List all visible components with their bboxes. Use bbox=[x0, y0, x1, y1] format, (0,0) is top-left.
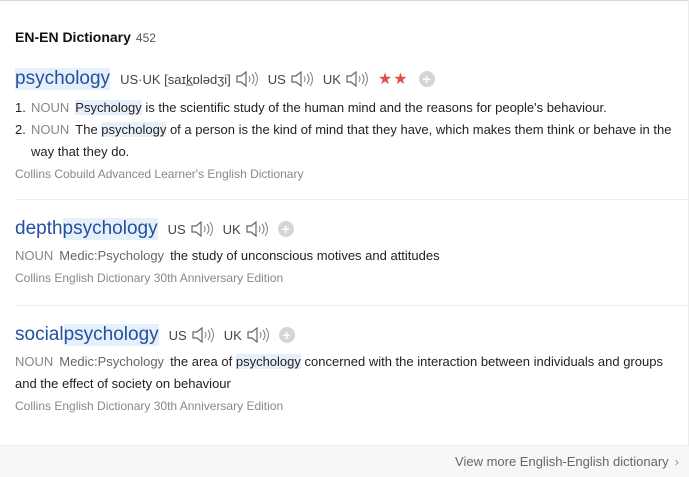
pronunciation-us: US bbox=[268, 71, 313, 87]
add-icon[interactable]: + bbox=[278, 327, 295, 343]
entry-head: social psychology US UK + bbox=[15, 323, 681, 347]
headword-prefix[interactable]: depth bbox=[15, 218, 63, 240]
entry-divider bbox=[15, 305, 689, 306]
speaker-icon[interactable] bbox=[191, 327, 214, 343]
entry-psychology: psychology US·UK [saɪk̲ɒlədʒi] US UK ★★ … bbox=[15, 67, 681, 181]
speaker-icon[interactable] bbox=[245, 221, 268, 237]
definition-text: the study of unconscious motives and att… bbox=[170, 248, 440, 263]
definition-item: NOUN Medic:Psychology the study of unconsc… bbox=[15, 245, 681, 267]
headword-prefix[interactable]: social bbox=[15, 324, 64, 346]
headword[interactable]: psychology bbox=[62, 218, 158, 240]
pronunciation-uk: UK bbox=[223, 221, 268, 237]
entry-divider bbox=[15, 199, 689, 200]
us-label: US bbox=[267, 71, 286, 87]
definition-item: 1. NOUN Psychology is the scientific stud… bbox=[15, 97, 681, 119]
chevron-right-icon: › bbox=[674, 454, 679, 469]
pronunciation-us: US bbox=[168, 221, 213, 237]
definition-item: 2. NOUN The psychology of a person is the… bbox=[15, 119, 681, 163]
subject-tag: Medic:Psychology bbox=[59, 354, 165, 369]
result-count: 452 bbox=[135, 31, 156, 45]
view-more-link[interactable]: View more English-English dictionary › bbox=[455, 454, 679, 469]
definition-text: is the scientific study of the human min… bbox=[141, 100, 607, 115]
top-divider bbox=[0, 0, 689, 1]
pronunciation-us: US bbox=[169, 327, 214, 343]
speaker-icon[interactable] bbox=[246, 327, 269, 343]
uk-label: UK bbox=[322, 71, 341, 87]
pronunciation-combined: US·UK [saɪk̲ɒlədʒi] bbox=[120, 71, 258, 87]
speaker-icon[interactable] bbox=[345, 71, 368, 87]
definition-text: the area of bbox=[170, 354, 236, 369]
entry-social-psychology: social psychology US UK + NOUN Medic:Psyc… bbox=[15, 323, 681, 413]
entry-depth-psychology: depth psychology US UK + NOUN Medic:Psych… bbox=[15, 217, 681, 285]
source-label: Collins Cobuild Advanced Learner's Engli… bbox=[15, 167, 304, 181]
pronunciation-uk: UK bbox=[323, 71, 368, 87]
definition-list: 1. NOUN Psychology is the scientific stud… bbox=[15, 97, 681, 163]
uk-label: UK bbox=[222, 221, 241, 237]
us-label: US bbox=[168, 327, 187, 343]
subject-tag: Medic:Psychology bbox=[59, 248, 165, 263]
part-of-speech: NOUN bbox=[31, 100, 70, 115]
dictionary-header: EN-EN Dictionary 452 bbox=[15, 29, 156, 47]
add-icon[interactable]: + bbox=[418, 71, 435, 87]
definition-item: NOUN Medic:Psychology the area of psycholo… bbox=[15, 351, 681, 395]
definition-text: The bbox=[75, 122, 102, 137]
frequency-stars: ★★ bbox=[377, 71, 409, 88]
headword[interactable]: psychology bbox=[63, 324, 159, 346]
uk-label: UK bbox=[223, 327, 242, 343]
highlighted-term: Psychology bbox=[75, 100, 142, 115]
highlighted-term: psychology bbox=[235, 354, 301, 369]
highlighted-term: psychology bbox=[101, 122, 167, 137]
pronunciation-text: US·UK [saɪk̲ɒlədʒi] bbox=[120, 71, 231, 87]
dictionary-title: EN-EN Dictionary bbox=[15, 29, 131, 45]
speaker-icon[interactable] bbox=[190, 221, 213, 237]
definition-number: 1. bbox=[15, 100, 26, 115]
speaker-icon[interactable] bbox=[290, 71, 313, 87]
source-label: Collins English Dictionary 30th Annivers… bbox=[15, 271, 284, 285]
part-of-speech: NOUN bbox=[31, 122, 70, 137]
footer-bar: View more English-English dictionary › bbox=[0, 445, 689, 477]
source-label: Collins English Dictionary 30th Annivers… bbox=[15, 399, 284, 413]
us-label: US bbox=[167, 221, 186, 237]
definition-number: 2. bbox=[15, 122, 26, 137]
add-icon[interactable]: + bbox=[277, 221, 294, 237]
part-of-speech: NOUN bbox=[15, 354, 54, 369]
view-more-label: View more English-English dictionary bbox=[455, 454, 669, 469]
pronunciation-uk: UK bbox=[224, 327, 269, 343]
speaker-icon[interactable] bbox=[235, 71, 258, 87]
part-of-speech: NOUN bbox=[15, 248, 54, 263]
headword[interactable]: psychology bbox=[15, 68, 111, 90]
entry-head: depth psychology US UK + bbox=[15, 217, 681, 241]
entry-head: psychology US·UK [saɪk̲ɒlədʒi] US UK ★★ … bbox=[15, 67, 681, 91]
